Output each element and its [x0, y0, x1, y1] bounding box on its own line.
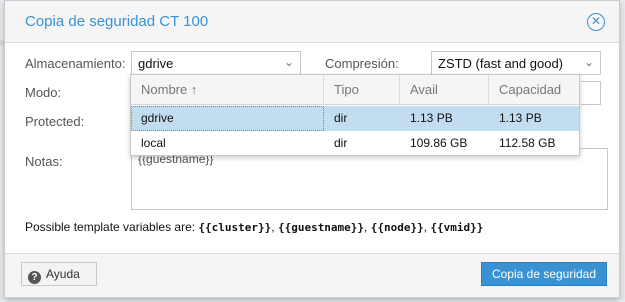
template-var: {{guestname}} — [277, 221, 365, 234]
compression-label: Compresión: — [325, 56, 399, 71]
template-var: {{vmid}} — [430, 221, 484, 234]
template-var: {{cluster}} — [198, 221, 272, 234]
compression-select-value: ZSTD (fast and good) — [438, 56, 563, 71]
storage-label: Almacenamiento: — [25, 56, 126, 71]
cell-type: dir — [334, 111, 348, 125]
chevron-down-icon[interactable]: ⌄ — [584, 55, 594, 69]
column-header-avail[interactable]: Avail — [400, 75, 489, 105]
question-circle-icon: ? — [28, 271, 41, 284]
storage-select[interactable]: gdrive ⌄ — [131, 51, 301, 75]
dialog-title: Copia de seguridad CT 100 — [25, 13, 209, 30]
dialog-titlebar: Copia de seguridad CT 100 ✕ — [5, 1, 619, 43]
table-row[interactable]: local dir 109.86 GB 112.58 GB — [131, 131, 579, 156]
chevron-down-icon[interactable]: ⌄ — [284, 55, 294, 69]
template-var: {{node}} — [370, 221, 424, 234]
backup-submit-button[interactable]: Copia de seguridad — [481, 262, 607, 286]
separator: , — [271, 220, 278, 234]
template-variables-hint: Possible template variables are: {{clust… — [25, 220, 483, 234]
notes-textarea[interactable]: {{guestname}} — [131, 148, 608, 210]
help-label: Ayuda — [46, 267, 80, 281]
column-header-capacity[interactable]: Capacidad — [489, 75, 579, 105]
table-row[interactable]: gdrive dir 1.13 PB 1.13 PB — [131, 106, 579, 131]
compression-select[interactable]: ZSTD (fast and good) ⌄ — [431, 51, 601, 75]
protected-label: Protected: — [25, 114, 85, 129]
storage-dropdown-grid: Nombre ↑ Tipo Avail Capacidad gdrive dir… — [130, 74, 580, 156]
cell-name: gdrive — [131, 106, 324, 131]
storage-select-value: gdrive — [138, 56, 174, 71]
template-prefix: Possible template variables are: — [25, 220, 199, 234]
secondary-field-edge[interactable] — [581, 81, 601, 105]
column-header-type[interactable]: Tipo — [324, 75, 400, 105]
close-icon[interactable]: ✕ — [587, 13, 605, 31]
cell-capacity: 112.58 GB — [499, 136, 556, 150]
grid-header: Nombre ↑ Tipo Avail Capacidad — [131, 75, 579, 105]
cell-avail: 1.13 PB — [410, 111, 453, 125]
separator: , — [364, 220, 371, 234]
help-button[interactable]: ? Ayuda — [21, 262, 97, 286]
notes-label: Notas: — [25, 154, 63, 169]
cell-type: dir — [334, 136, 348, 150]
dialog-footer: ? Ayuda Copia de seguridad — [5, 253, 619, 297]
column-header-name[interactable]: Nombre ↑ — [131, 75, 324, 105]
cell-avail: 109.86 GB — [410, 136, 468, 150]
cell-capacity: 1.13 PB — [499, 111, 542, 125]
mode-label: Modo: — [25, 85, 62, 100]
cell-name: local — [141, 136, 166, 150]
submit-label: Copia de seguridad — [491, 267, 597, 281]
